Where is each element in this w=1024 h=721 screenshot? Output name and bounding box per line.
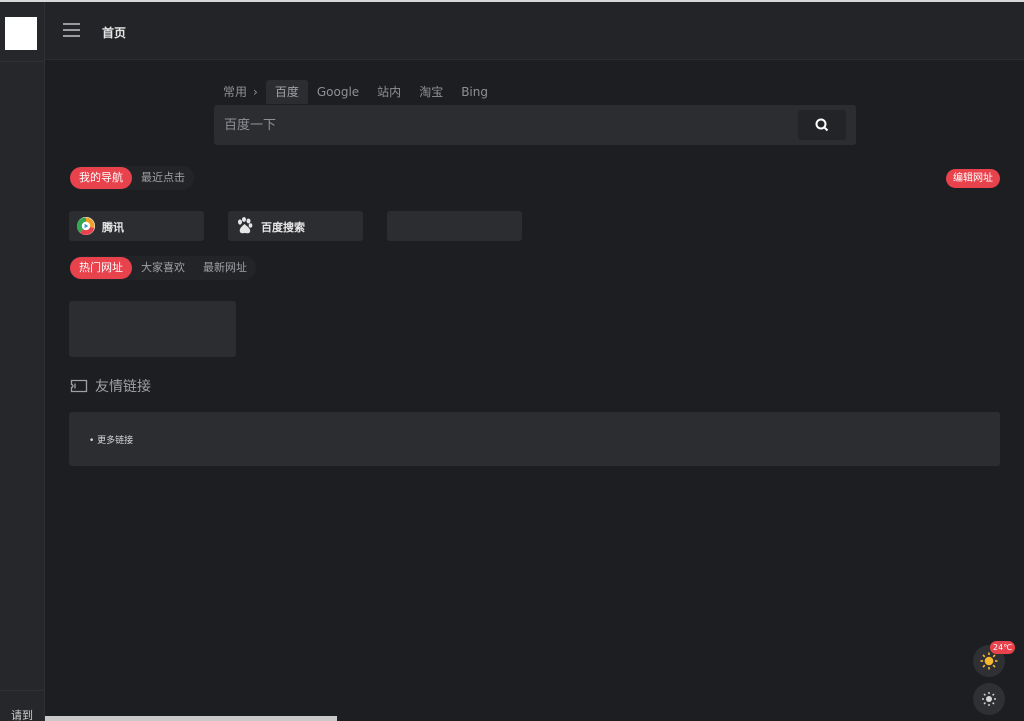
ticket-icon	[70, 379, 88, 393]
hamburger-menu-icon[interactable]	[63, 23, 80, 37]
search-group-label[interactable]: 常用	[214, 80, 251, 104]
more-links-label: 更多链接	[97, 436, 134, 446]
friend-links-heading: 友情链接	[70, 376, 151, 396]
horizontal-scrollbar[interactable]	[45, 716, 337, 721]
logo[interactable]	[5, 17, 37, 50]
hot-sites-tabs: 热门网址 大家喜欢 最新网址	[70, 256, 256, 280]
baidu-icon	[238, 217, 253, 234]
tab-bing[interactable]: Bing	[452, 80, 497, 104]
site-card-label: 百度搜索	[261, 221, 305, 234]
my-nav-tabs: 我的导航 最近点击	[70, 166, 194, 190]
sidebar-bottom-text[interactable]: 请到	[11, 707, 33, 721]
site-card-tencent[interactable]: 腾讯	[69, 211, 204, 241]
sun-weather-icon	[980, 652, 998, 670]
tab-my-nav[interactable]: 我的导航	[70, 167, 132, 189]
tab-hot-sites[interactable]: 热门网址	[70, 257, 132, 279]
header: 首页	[45, 2, 1024, 60]
brightness-icon	[982, 692, 996, 706]
friend-links-title: 友情链接	[95, 379, 151, 395]
edit-sites-button[interactable]: 编辑网址	[946, 169, 1000, 188]
site-card-empty[interactable]	[387, 211, 522, 241]
sidebar-divider	[0, 61, 45, 62]
friend-links-box: • 更多链接	[69, 412, 1000, 466]
tab-baidu[interactable]: 百度	[265, 80, 308, 104]
tab-site[interactable]: 站内	[368, 80, 410, 104]
search-box	[214, 105, 856, 145]
site-card-baidu[interactable]: 百度搜索	[228, 211, 363, 241]
tab-popular-sites[interactable]: 大家喜欢	[132, 257, 194, 279]
chevron-right-icon: ›	[253, 85, 258, 99]
tab-taobao[interactable]: 淘宝	[410, 80, 452, 104]
theme-toggle-button[interactable]	[973, 683, 1005, 715]
page-title[interactable]: 首页	[102, 24, 126, 41]
temperature-badge: 24℃	[990, 641, 1016, 654]
sidebar-bottom-divider	[0, 690, 45, 691]
search-icon	[815, 118, 829, 132]
search-button[interactable]	[798, 110, 846, 140]
tab-latest-sites[interactable]: 最新网址	[194, 257, 256, 279]
hot-site-card[interactable]	[69, 301, 236, 357]
site-card-label: 腾讯	[102, 221, 124, 234]
search-input[interactable]	[214, 105, 794, 145]
search-engine-tabs: 常用 › 百度 Google 站内 淘宝 Bing	[214, 80, 497, 104]
more-links-link[interactable]: • 更多链接	[89, 433, 133, 446]
tab-recent-clicks[interactable]: 最近点击	[132, 167, 194, 189]
tab-google[interactable]: Google	[308, 80, 368, 104]
sidebar: 请到	[0, 2, 45, 721]
tencent-video-icon	[76, 217, 95, 235]
